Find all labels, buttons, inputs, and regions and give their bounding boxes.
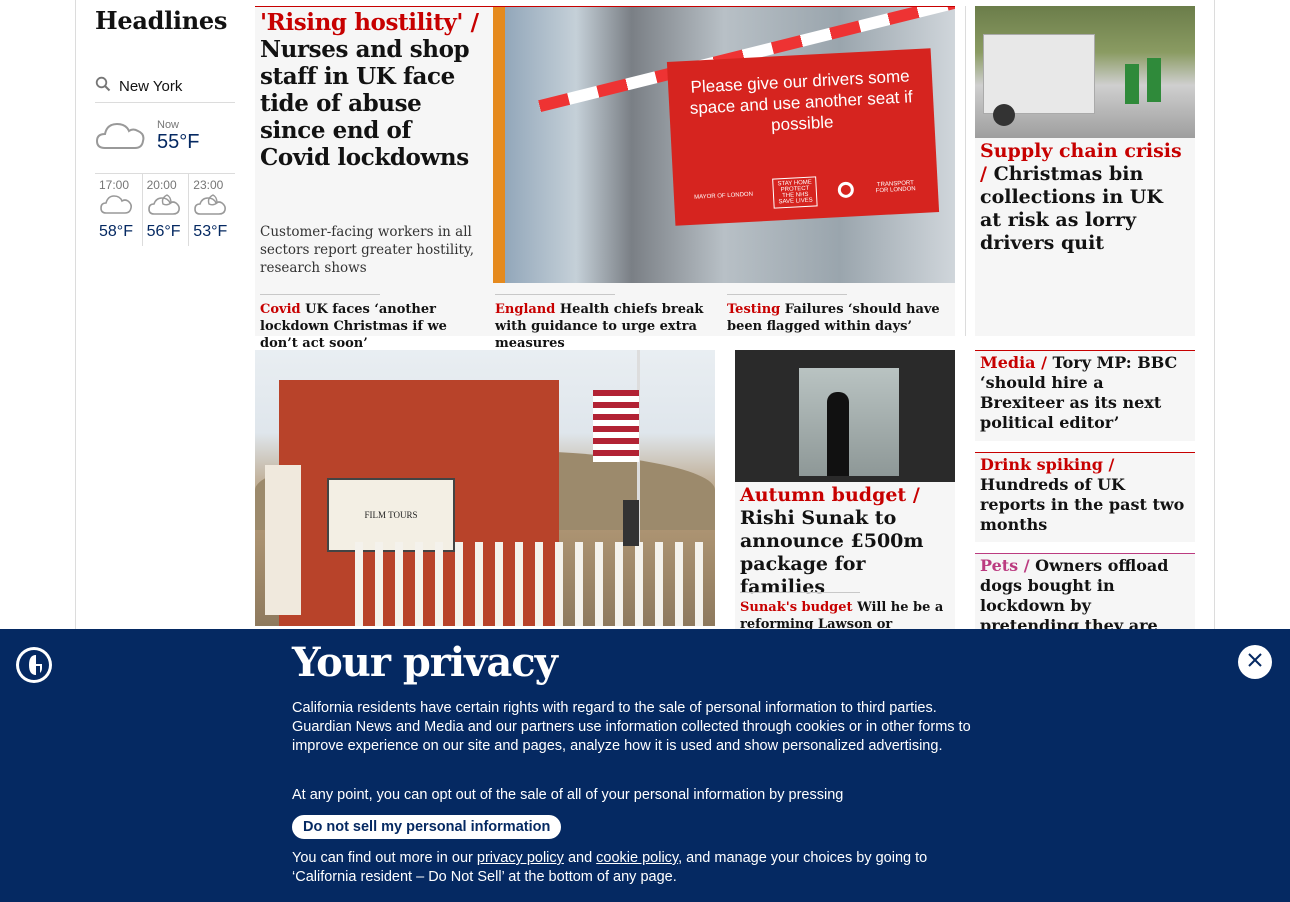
film-tours-image[interactable]: FILM TOURS [255, 350, 715, 626]
budget-headline[interactable]: Autumn budget / Rishi Sunak to announce … [740, 484, 950, 599]
person-figure [623, 500, 639, 546]
lead-headline[interactable]: 'Rising hostility' / Nurses and shop sta… [260, 9, 485, 171]
forecast-item: 17:00 58°F [95, 174, 142, 246]
location-search[interactable]: New York [95, 70, 235, 103]
lead-sublinks: Covid UK faces ‘another lockdown Christm… [260, 294, 950, 352]
forecast-temp: 53°F [193, 223, 228, 240]
right-story-text: Hundreds of UK reports in the past two m… [980, 475, 1185, 534]
divider [260, 294, 380, 295]
divider [740, 592, 860, 593]
sublink-kicker: England [495, 302, 556, 317]
film-sign-text: FILM TOURS [364, 510, 418, 520]
sublink[interactable]: Testing Failures ‘should have been flagg… [727, 294, 950, 352]
sign-footer-left: MAYOR OF LONDON [693, 191, 754, 201]
forecast: 17:00 58°F 20:00 56°F 23:00 53°F [95, 173, 235, 246]
lead-story-card[interactable]: 'Rising hostility' / Nurses and shop sta… [255, 6, 955, 351]
divider [495, 294, 615, 295]
sublink-kicker: Covid [260, 302, 301, 317]
right-story-card[interactable]: Drink spiking / Hundreds of UK reports i… [975, 452, 1195, 542]
privacy-body-3-pre: You can find out more in our [292, 850, 473, 866]
supply-story-card[interactable]: Supply chain crisis / Christmas bin coll… [975, 6, 1195, 336]
budget-image[interactable] [735, 350, 955, 482]
truck-body [983, 34, 1095, 114]
cloud-icon [99, 195, 133, 220]
sign-footer-mid: STAY HOME PROTECT THE NHS SAVE LIVES [772, 176, 818, 209]
hut-door [265, 465, 301, 615]
forecast-item: 20:00 56°F [141, 174, 189, 246]
sublink[interactable]: England Health chiefs break with guidanc… [495, 294, 717, 352]
right-story-kicker: Pets / [980, 556, 1030, 575]
privacy-title: Your privacy [292, 639, 558, 686]
now-temp: 55°F [157, 130, 200, 153]
now-label: Now [157, 118, 180, 131]
privacy-policy-link[interactable]: privacy policy [477, 850, 564, 866]
close-button[interactable] [1238, 645, 1272, 679]
location-name: New York [119, 77, 183, 95]
worker-figure [1125, 64, 1139, 104]
partly-cloudy-night-icon [193, 194, 227, 220]
forecast-temp: 58°F [99, 223, 133, 240]
white-fence [355, 542, 715, 626]
cloud-icon [95, 116, 147, 157]
column-divider [965, 6, 966, 336]
budget-headline-text: Rishi Sunak to announce £500m package fo… [740, 507, 924, 598]
privacy-body-1: California residents have certain rights… [292, 700, 971, 754]
sublink[interactable]: Covid UK faces ‘another lockdown Christm… [260, 294, 485, 352]
forecast-item: 23:00 53°F [188, 174, 235, 246]
us-flag [593, 390, 639, 462]
cookie-policy-link[interactable]: cookie policy [596, 850, 678, 866]
forecast-temp: 56°F [146, 223, 181, 240]
supply-image[interactable] [975, 6, 1195, 138]
bus-pole [493, 7, 505, 283]
section-title: Headlines [95, 6, 228, 35]
and-text: and [567, 850, 593, 866]
silhouette [827, 392, 849, 476]
do-not-sell-button[interactable]: Do not sell my personal information [292, 815, 562, 839]
budget-story-card[interactable]: Autumn budget / Rishi Sunak to announce … [735, 350, 955, 649]
lead-standfirst: Customer-facing workers in all sectors r… [260, 224, 475, 276]
sign-text: Please give our drivers some space and u… [689, 66, 914, 135]
supply-headline-text: Christmas bin collections in UK at risk … [980, 163, 1163, 254]
forecast-time: 23:00 [193, 178, 224, 192]
budget-kicker: Autumn budget / [740, 484, 920, 506]
forecast-time: 20:00 [146, 178, 177, 192]
lead-headline-text: Nurses and shop staff in UK face tide of… [260, 36, 470, 171]
right-story-kicker: Media / [980, 353, 1047, 372]
sublink-kicker: Testing [727, 302, 781, 317]
film-sign: FILM TOURS [327, 478, 455, 552]
sign: Please give our drivers some space and u… [666, 48, 940, 226]
guardian-logo-icon [16, 647, 52, 683]
current-weather: Now 55°F [95, 113, 235, 159]
worker-figure [1147, 58, 1161, 102]
weather-widget: New York Now 55°F 17:00 58°F 20:00 56°F … [95, 70, 235, 246]
lead-kicker: 'Rising hostility' / [260, 9, 479, 36]
privacy-body-2: At any point, you can opt out of the sal… [292, 787, 844, 803]
right-story-card[interactable]: Media / Tory MP: BBC ‘should hire a Brex… [975, 350, 1195, 441]
sign-footer-right: TRANSPORT FOR LONDON [875, 180, 916, 195]
partly-cloudy-night-icon [147, 194, 181, 220]
window [799, 368, 899, 476]
close-icon [1247, 652, 1263, 673]
right-story-card[interactable]: Pets / Owners offload dogs bought in loc… [975, 553, 1195, 655]
supply-headline[interactable]: Supply chain crisis / Christmas bin coll… [980, 140, 1185, 255]
lead-image[interactable]: Please give our drivers some space and u… [493, 7, 955, 283]
divider [727, 294, 847, 295]
privacy-body-3: You can find out more in our privacy pol… [292, 849, 962, 887]
right-story-kicker: Drink spiking / [980, 455, 1115, 474]
search-icon [95, 76, 111, 97]
roundel-icon [836, 181, 854, 199]
forecast-time: 17:00 [99, 178, 130, 192]
sublink-kicker: Sunak's budget [740, 600, 853, 615]
truck-wheel [993, 104, 1015, 126]
privacy-banner: Your privacy California residents have c… [0, 629, 1290, 902]
